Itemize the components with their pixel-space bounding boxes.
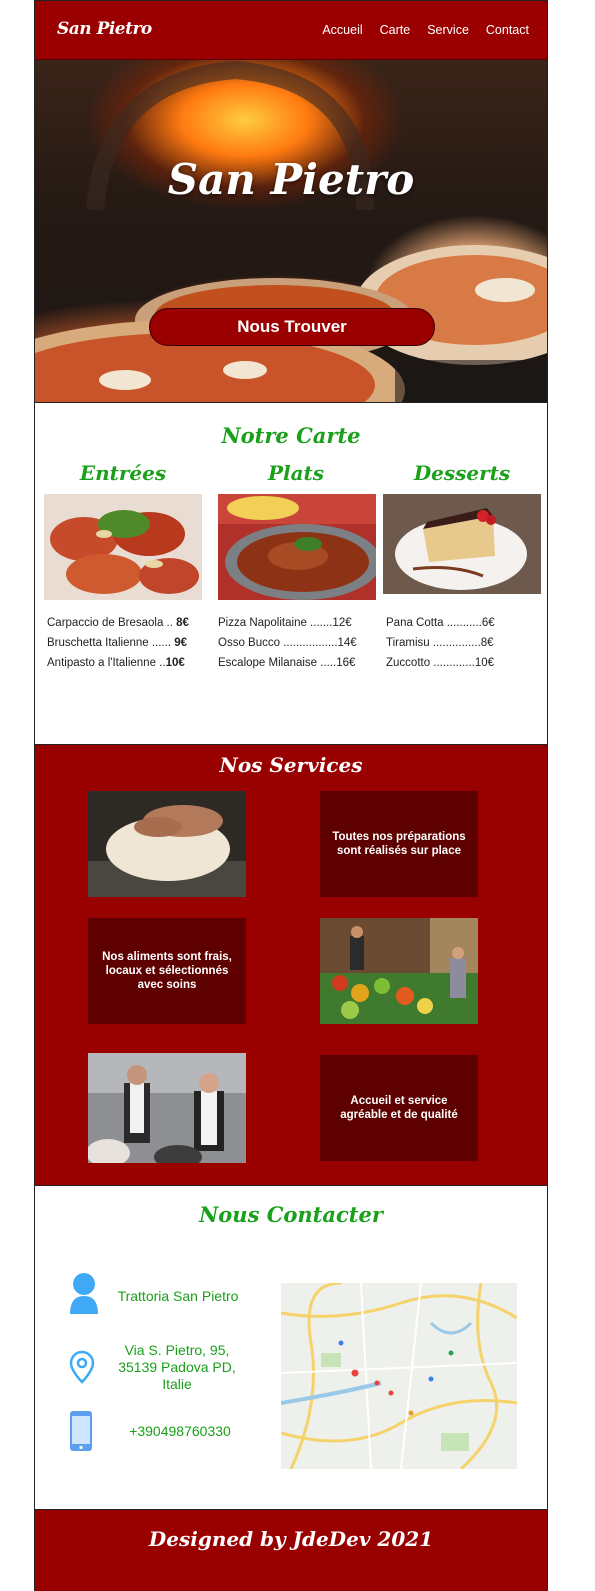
column-title-desserts: Desserts [413,461,511,485]
service-box-fresh-food: Nos aliments sont frais, locaux et sélec… [88,918,246,1024]
user-icon [70,1273,98,1314]
page: San Pietro Accueil Carte Service Contact [34,0,548,1591]
map-embed[interactable] [281,1283,517,1469]
menu-item: Zuccotto .............10€ [386,657,495,669]
menu-item: Osso Bucco .................14€ [218,637,357,649]
menu-item: Pizza Napolitaine .......12€ [218,617,352,629]
nav-link-carte[interactable]: Carte [380,23,411,37]
service-box-welcome: Accueil et service agréable et de qualit… [320,1055,478,1161]
services-section: Nos Services Toutes nos préparations son… [35,744,547,1185]
bruschetta-image [44,494,202,600]
nav-link-contact[interactable]: Contact [486,23,529,37]
brand-logo[interactable]: San Pietro [57,19,152,39]
column-title-plats: Plats [267,461,325,485]
contact-section-title: Nous Contacter [199,1202,383,1227]
hero-background-image [35,60,547,402]
footer-credit: Designed by JdeDev 2021 [148,1527,434,1551]
market-image [320,918,478,1024]
dessert-cake-image [383,494,541,594]
dough-kneading-image [88,791,246,897]
service-box-preparations: Toutes nos préparations sont réalisés su… [320,791,478,897]
hero-banner: San Pietro Nous Trouver [35,60,547,402]
restaurant-name: Trattoria San Pietro [117,1288,239,1304]
entrees-list: Carpaccio de Bresaola .. 8€ Bruschetta I… [47,613,189,673]
osso-bucco-image [218,494,376,600]
menu-item: Tiramisu ...............8€ [386,637,494,649]
phone-number[interactable]: +390498760330 [113,1423,247,1440]
menu-item: Bruschetta Italienne ...... 9€ [47,637,188,649]
column-title-entrees: Entrées [79,461,167,485]
menu-item: Escalope Milanaise .....16€ [218,657,356,669]
contact-section: Nous Contacter Trattoria San Pietro Via … [35,1185,547,1509]
hero-title: San Pietro [167,155,415,204]
phone-icon [70,1411,92,1451]
menu-item: Pana Cotta ...........6€ [386,617,495,629]
find-us-button[interactable]: Nous Trouver [149,308,435,346]
menu-section-title: Notre Carte [221,423,361,448]
services-section-title: Nos Services [219,753,363,777]
nav-link-accueil[interactable]: Accueil [322,23,362,37]
nav-link-service[interactable]: Service [427,23,469,37]
location-pin-icon [69,1350,95,1384]
menu-section: Notre Carte Entrées Plats Desserts Carpa… [35,402,547,744]
plats-list: Pizza Napolitaine .......12€ Osso Bucco … [218,613,357,673]
menu-item: Carpaccio de Bresaola .. 8€ [47,617,189,629]
waiters-image [88,1053,246,1163]
desserts-list: Pana Cotta ...........6€ Tiramisu ......… [386,613,495,673]
footer: Designed by JdeDev 2021 [35,1509,547,1591]
menu-item: Antipasto a l'Italienne ..10€ [47,657,185,669]
nav-links: Accueil Carte Service Contact [322,23,529,37]
top-navbar: San Pietro Accueil Carte Service Contact [35,1,547,60]
restaurant-address: Via S. Pietro, 95, 35139 Padova PD, Ital… [118,1342,236,1392]
